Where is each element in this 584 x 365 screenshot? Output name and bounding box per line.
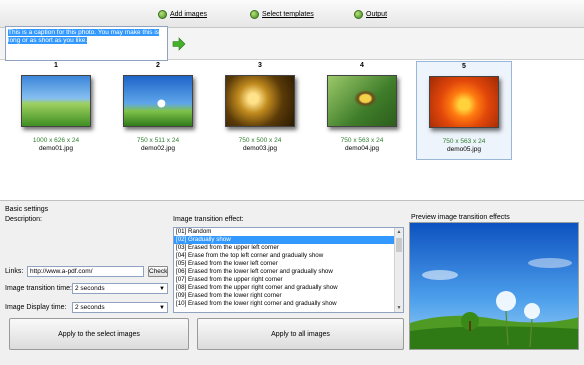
- thumbnail-dimensions: 750 x 500 x 24: [238, 137, 282, 144]
- step-add-images[interactable]: Add images: [158, 9, 207, 20]
- list-item[interactable]: [07] Erased from the upper right corner: [174, 276, 395, 284]
- transition-time-value: 2 seconds: [75, 285, 105, 292]
- transition-time-label: Image transition time:: [5, 285, 72, 292]
- scrollbar-thumb[interactable]: [396, 238, 402, 252]
- scroll-up-icon[interactable]: ▲: [395, 228, 403, 236]
- thumbnail-dimensions: 750 x 563 x 24: [442, 138, 486, 145]
- thumbnail-dimensions: 750 x 563 x 24: [340, 137, 384, 144]
- transition-effect-label: Image transition effect:: [173, 216, 244, 223]
- transition-effect-list[interactable]: [01] Random [02] Gradually show [03] Era…: [173, 227, 404, 313]
- preview-image: [409, 222, 579, 350]
- step-label: Output: [366, 11, 388, 18]
- list-item[interactable]: [04] Erase from the top left corner and …: [174, 252, 395, 260]
- chevron-down-icon: ▼: [159, 286, 165, 292]
- thumbnail-image: [327, 75, 397, 127]
- step-bar: Add images Select templates Output: [0, 0, 584, 28]
- thumbnail-filename: demo04.jpg: [345, 145, 379, 152]
- list-item[interactable]: [05] Erased from the lower left corner: [174, 260, 395, 268]
- display-time-value: 2 seconds: [75, 304, 105, 311]
- step-icon: [354, 10, 363, 19]
- thumbnail-item[interactable]: 2 750 x 511 x 24 demo02.jpg: [110, 61, 206, 160]
- thumbnail-number: 3: [258, 62, 262, 69]
- thumbnail-number: 2: [156, 62, 160, 69]
- thumbnail-filename: demo05.jpg: [447, 146, 481, 153]
- thumbnail-image: [21, 75, 91, 127]
- list-item[interactable]: [02] Gradually show: [174, 236, 395, 244]
- step-select-templates[interactable]: Select templates: [250, 9, 314, 20]
- step-icon: [158, 10, 167, 19]
- list-item[interactable]: [06] Erased from the lower left corner a…: [174, 268, 395, 276]
- settings-group-title: Basic settings: [5, 206, 49, 213]
- effect-list-scrollbar[interactable]: ▲ ▼: [394, 228, 403, 312]
- thumbnail-area: 1 1000 x 626 x 24 demo01.jpg 2 750 x 511…: [0, 59, 584, 200]
- thumbnail-dimensions: 750 x 511 x 24: [136, 137, 180, 144]
- list-item[interactable]: [08] Erased from the upper right corner …: [174, 284, 395, 292]
- chevron-down-icon: ▼: [159, 305, 165, 311]
- description-label: Description:: [5, 216, 42, 223]
- list-item[interactable]: [01] Random: [174, 228, 395, 236]
- thumbnail-item[interactable]: 3 750 x 500 x 24 demo03.jpg: [212, 61, 308, 160]
- display-time-label: Image Display time:: [5, 304, 67, 311]
- step-label: Add images: [170, 11, 207, 18]
- thumbnail-item[interactable]: 4 750 x 563 x 24 demo04.jpg: [314, 61, 410, 160]
- description-field[interactable]: This is a caption for this photo. You ma…: [5, 26, 168, 61]
- thumbnail-item[interactable]: 1 1000 x 626 x 24 demo01.jpg: [8, 61, 104, 160]
- transition-time-select[interactable]: 2 seconds ▼: [72, 283, 168, 294]
- description-text: This is a caption for this photo. You ma…: [8, 29, 160, 44]
- step-label: Select templates: [262, 11, 314, 18]
- move-right-button[interactable]: [169, 34, 189, 54]
- preview-picture: [410, 223, 578, 349]
- step-output[interactable]: Output: [354, 9, 387, 20]
- thumbnail-dimensions: 1000 x 626 x 24: [32, 137, 80, 144]
- thumbnail-filename: demo01.jpg: [39, 145, 73, 152]
- thumbnail-number: 5: [462, 63, 466, 70]
- scroll-down-icon[interactable]: ▼: [395, 304, 403, 312]
- links-label: Links:: [5, 268, 24, 275]
- arrow-right-icon: [172, 37, 186, 51]
- preview-label: Preview image transition effects: [411, 214, 510, 221]
- apply-all-button[interactable]: Apply to all images: [197, 318, 404, 350]
- check-button[interactable]: Check: [148, 266, 168, 277]
- thumbnail-number: 1: [54, 62, 58, 69]
- thumbnail-filename: demo03.jpg: [243, 145, 277, 152]
- display-time-select[interactable]: 2 seconds ▼: [72, 302, 168, 313]
- step-icon: [250, 10, 259, 19]
- apply-selected-button[interactable]: Apply to the select images: [9, 318, 189, 350]
- thumbnail-image: [123, 75, 193, 127]
- list-item[interactable]: [10] Erased from the lower right corner …: [174, 300, 395, 308]
- links-input[interactable]: http://www.a-pdf.com/: [27, 266, 144, 277]
- thumbnail-image: [429, 76, 499, 128]
- thumbnail-filename: demo02.jpg: [141, 145, 175, 152]
- thumbnail-number: 4: [360, 62, 364, 69]
- list-item[interactable]: [03] Erased from the upper left corner: [174, 244, 395, 252]
- thumbnail-image: [225, 75, 295, 127]
- thumbnail-item[interactable]: 5 750 x 563 x 24 demo05.jpg: [416, 61, 512, 160]
- list-item[interactable]: [09] Erased from the lower right corner: [174, 292, 395, 300]
